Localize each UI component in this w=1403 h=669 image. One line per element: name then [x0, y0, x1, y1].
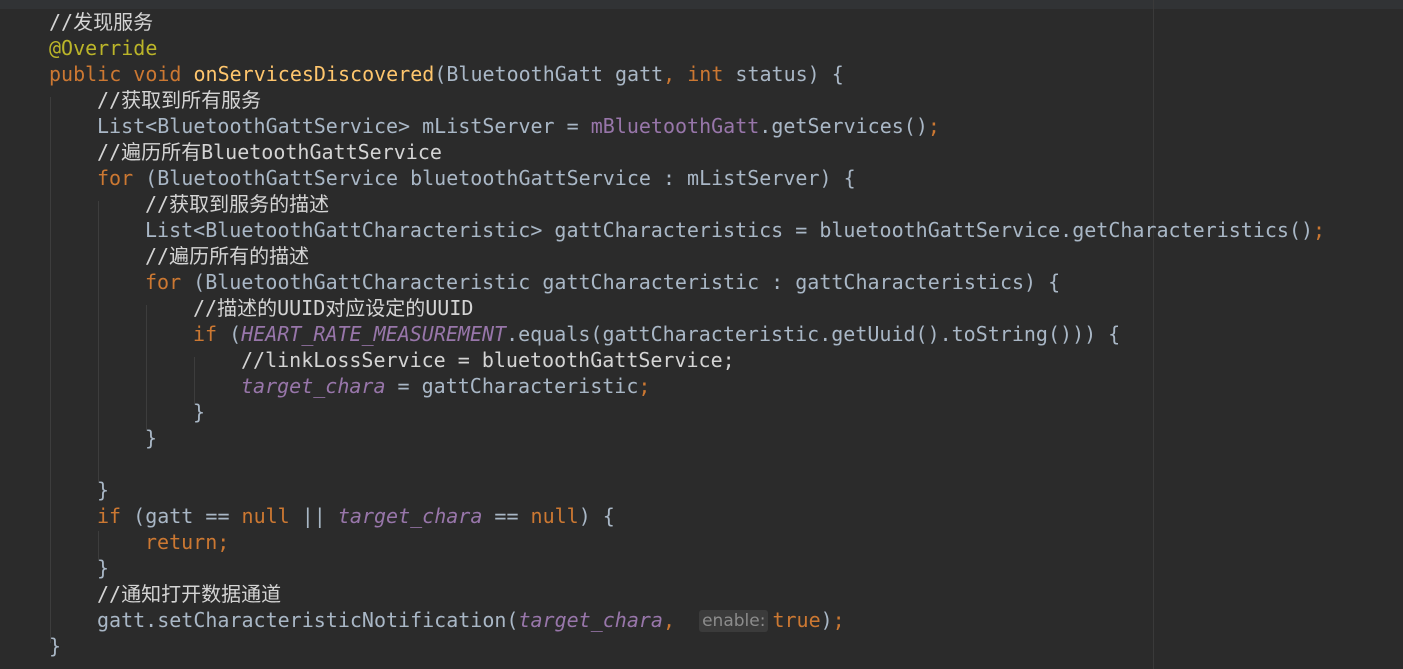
code-line: //遍历所有的描述: [145, 243, 309, 269]
indent-guide: [146, 305, 147, 431]
code-comment: //通知打开数据通道: [97, 582, 282, 606]
indent-guide: [98, 201, 99, 483]
type-token: List: [145, 218, 194, 242]
code-editor[interactable]: //发现服务 @Override public void onServicesD…: [0, 0, 1403, 669]
code-comment: //遍历所有BluetoothGattService: [97, 140, 442, 164]
code-line: @Override: [49, 35, 157, 61]
code-line: //发现服务: [49, 9, 153, 35]
code-comment: //获取到服务的描述: [145, 192, 330, 216]
type-token: BluetoothGatt: [446, 62, 603, 86]
method-name: onServicesDiscovered: [193, 62, 435, 86]
constant-field-token: HEART_RATE_MEASUREMENT: [241, 322, 507, 346]
field-token: target_chara: [241, 374, 386, 398]
code-comment: //描述的UUID对应设定的UUID: [193, 296, 474, 320]
code-line: List<BluetoothGattService> mListServer =…: [97, 114, 940, 138]
code-line: return;: [145, 530, 230, 554]
identifier-token: mListServer: [687, 166, 820, 190]
code-line: List<BluetoothGattCharacteristic> gattCh…: [145, 218, 1326, 242]
identifier-token: gattCharacteristic: [602, 322, 820, 346]
code-line: //linkLossService = bluetoothGattService…: [241, 347, 735, 373]
code-line: }: [97, 556, 110, 580]
code-line: //通知打开数据通道: [97, 581, 281, 607]
identifier-token: bluetoothGattService: [819, 218, 1061, 242]
keyword-token: for: [145, 270, 182, 294]
code-line: //获取到服务的描述: [145, 191, 329, 217]
code-line: //描述的UUID对应设定的UUID: [193, 295, 473, 321]
keyword-token: null: [241, 504, 290, 528]
identifier-token: gatt: [614, 62, 664, 86]
editor-top-strip: [0, 0, 1403, 9]
identifier-token: gattCharacteristic: [421, 374, 639, 398]
type-token: BluetoothGattService: [157, 166, 399, 190]
code-line: for (BluetoothGattService bluetoothGattS…: [97, 166, 856, 190]
code-line: target_chara = gattCharacteristic;: [241, 374, 651, 398]
code-comment: //遍历所有的描述: [145, 244, 310, 268]
identifier-token: bluetoothGattService: [410, 166, 651, 190]
keyword-token: void: [133, 62, 182, 86]
identifier-token: getUuid().toString(): [831, 322, 1073, 346]
field-token: target_chara: [518, 608, 663, 632]
identifier-token: getServices(): [771, 114, 928, 138]
keyword-token: if: [97, 504, 122, 528]
code-comment: //linkLossService = bluetoothGattService…: [241, 348, 735, 372]
identifier-token: gatt: [145, 504, 194, 528]
right-margin-guide: [1153, 0, 1154, 669]
code-line: if (gatt == null || target_chara == null…: [97, 504, 615, 528]
code-line: }: [145, 426, 158, 450]
code-line: }: [193, 400, 206, 424]
type-token: BluetoothGattCharacteristic: [205, 270, 531, 294]
keyword-token: for: [97, 166, 134, 190]
identifier-token: setCharacteristicNotification(: [157, 608, 519, 632]
identifier-token: gatt: [97, 608, 146, 632]
code-line: //获取到所有服务: [97, 87, 261, 113]
code-line: gatt.setCharacteristicNotification(targe…: [97, 608, 845, 632]
code-comment: //发现服务: [49, 10, 154, 34]
identifier-token: gattCharacteristics: [554, 218, 784, 242]
keyword-token: null: [530, 504, 579, 528]
type-token: BluetoothGattService: [157, 114, 399, 138]
identifier-token: status: [735, 62, 808, 86]
identifier-token: gattCharacteristics: [795, 270, 1025, 294]
code-line: public void onServicesDiscovered(Bluetoo…: [49, 62, 844, 86]
code-line: //遍历所有BluetoothGattService: [97, 139, 442, 165]
type-token: BluetoothGattCharacteristic: [205, 218, 531, 242]
field-token: target_chara: [337, 504, 483, 528]
parameter-hint: enable:: [699, 610, 769, 632]
code-line: }: [97, 478, 110, 502]
identifier-token: mListServer: [422, 114, 555, 138]
identifier-token: equals(: [518, 322, 603, 346]
identifier-token: gattCharacteristic: [542, 270, 760, 294]
code-line: if (HEART_RATE_MEASUREMENT.equals(gattCh…: [193, 322, 1121, 346]
keyword-token: true: [772, 608, 821, 632]
indent-guide: [194, 357, 195, 405]
code-line: }: [49, 634, 62, 658]
keyword-token: if: [193, 322, 218, 346]
annotation-token: @Override: [49, 36, 158, 60]
code-line: for (BluetoothGattCharacteristic gattCha…: [145, 270, 1061, 294]
type-token: List: [97, 114, 146, 138]
identifier-token: getCharacteristics(): [1072, 218, 1314, 242]
code-comment: //获取到所有服务: [97, 88, 262, 112]
indent-guide: [50, 97, 51, 643]
field-token: mBluetoothGatt: [590, 114, 760, 138]
keyword-token: int: [687, 62, 724, 86]
keyword-token: public: [49, 62, 122, 86]
keyword-token: return: [145, 530, 218, 554]
